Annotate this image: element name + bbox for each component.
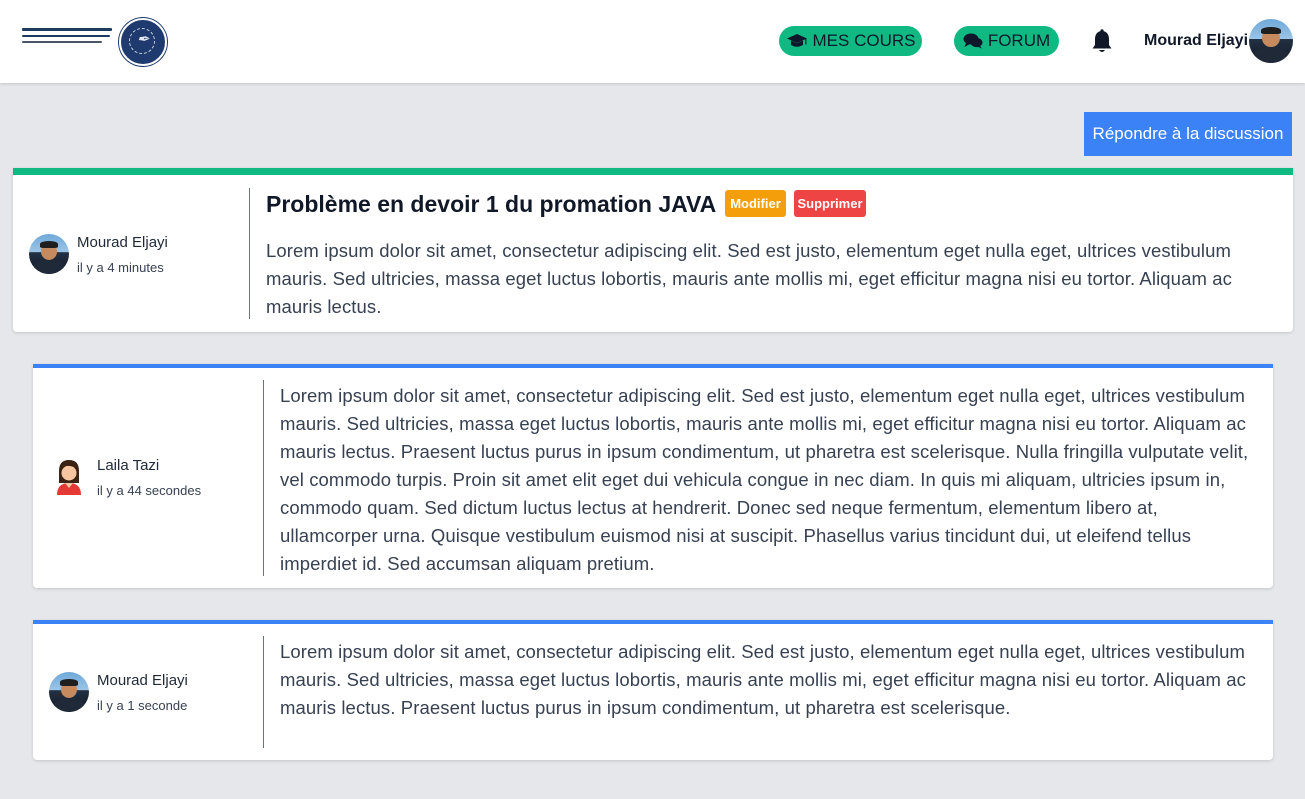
- avatar[interactable]: [29, 234, 69, 274]
- topic-body: Lorem ipsum dolor sit amet, consectetur …: [266, 240, 1232, 317]
- nav-my-courses-button[interactable]: MES COURS: [779, 26, 922, 56]
- topic-card: Mourad Eljayi il y a 4 minutes Problème …: [13, 168, 1293, 332]
- delete-button[interactable]: Supprimer: [794, 190, 866, 217]
- author-name[interactable]: Mourad Eljayi: [97, 672, 188, 689]
- graduation-cap-icon: [786, 33, 808, 49]
- nav-forum-label: FORUM: [987, 31, 1051, 50]
- avatar[interactable]: [49, 672, 89, 712]
- divider: [263, 636, 264, 748]
- nav-forum-button[interactable]: FORUM: [954, 26, 1059, 56]
- avatar[interactable]: [1249, 19, 1293, 63]
- header-username[interactable]: Mourad Eljayi: [1144, 32, 1248, 50]
- divider: [263, 380, 264, 576]
- author-name[interactable]: Laila Tazi: [97, 457, 159, 474]
- author-name[interactable]: Mourad Eljayi: [77, 234, 168, 251]
- topic-title: Problème en devoir 1 du promation JAVA: [266, 191, 717, 217]
- logo-seal: ✒: [119, 18, 167, 66]
- post-timestamp: il y a 44 secondes: [97, 483, 202, 498]
- university-logo[interactable]: ✒: [22, 18, 167, 66]
- post-timestamp: il y a 4 minutes: [77, 260, 164, 275]
- reply-body: Lorem ipsum dolor sit amet, consectetur …: [280, 641, 1246, 718]
- divider: [249, 188, 250, 319]
- reply-card: Mourad Eljayi il y a 1 seconde Lorem ips…: [33, 620, 1273, 760]
- post-timestamp: il y a 1 seconde: [97, 698, 188, 713]
- bell-icon[interactable]: [1090, 29, 1114, 55]
- reply-body: Lorem ipsum dolor sit amet, consectetur …: [280, 385, 1249, 574]
- reply-to-discussion-button[interactable]: Répondre à la discussion: [1084, 112, 1292, 156]
- top-navbar: ✒ MES COURS FORUM Mourad Eljayi: [0, 0, 1305, 83]
- modify-button[interactable]: Modifier: [725, 190, 786, 217]
- comments-icon: [963, 33, 983, 49]
- reply-card: Laila Tazi il y a 44 secondes Lorem ipsu…: [33, 364, 1273, 588]
- nav-my-courses-label: MES COURS: [812, 31, 916, 50]
- avatar[interactable]: [49, 457, 89, 497]
- logo-wordmark: [22, 28, 114, 47]
